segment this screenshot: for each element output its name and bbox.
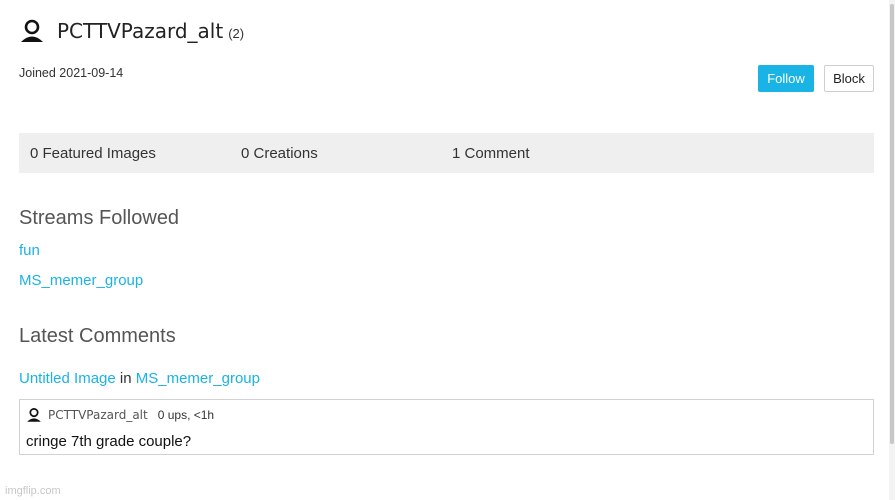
comment-author[interactable]: PCTTVPazard_alt — [48, 408, 148, 422]
comment-card: PCTTVPazard_alt 0 ups, <1h cringe 7th gr… — [19, 399, 874, 455]
stat-comments[interactable]: 1 Comment — [452, 145, 530, 162]
joined-date: Joined 2021-09-14 — [19, 66, 124, 80]
follow-button[interactable]: Follow — [758, 65, 814, 92]
username: PCTTVPazard_alt — [57, 19, 224, 43]
profile-page: PCTTVPazard_alt (2) Joined 2021-09-14 Fo… — [0, 0, 895, 500]
comment-stream-link[interactable]: MS_memer_group — [136, 370, 260, 387]
latest-comments-heading: Latest Comments — [19, 325, 176, 347]
comment-header: PCTTVPazard_alt 0 ups, <1h — [26, 406, 214, 424]
comment-meta: 0 ups, <1h — [157, 408, 215, 422]
comment-in-label: in — [119, 370, 132, 387]
stream-link-ms-memer-group[interactable]: MS_memer_group — [19, 272, 143, 289]
stat-featured-images[interactable]: 0 Featured Images — [30, 145, 156, 162]
site-watermark: imgflip.com — [5, 485, 61, 497]
comment-context: Untitled Image in MS_memer_group — [19, 370, 260, 387]
block-button[interactable]: Block — [824, 65, 874, 92]
streams-followed-heading: Streams Followed — [19, 207, 180, 229]
stats-bar: 0 Featured Images 0 Creations 1 Comment — [19, 133, 874, 173]
stat-creations[interactable]: 0 Creations — [241, 145, 318, 162]
profile-header: PCTTVPazard_alt (2) — [19, 17, 244, 45]
reputation-count: (2) — [228, 25, 245, 41]
comment-text: cringe 7th grade couple? — [26, 433, 192, 450]
comment-image-link[interactable]: Untitled Image — [19, 370, 116, 387]
user-icon — [27, 407, 41, 422]
user-icon — [21, 19, 43, 42]
scrollbar-thumb[interactable] — [890, 4, 894, 444]
stream-link-fun[interactable]: fun — [19, 242, 40, 259]
